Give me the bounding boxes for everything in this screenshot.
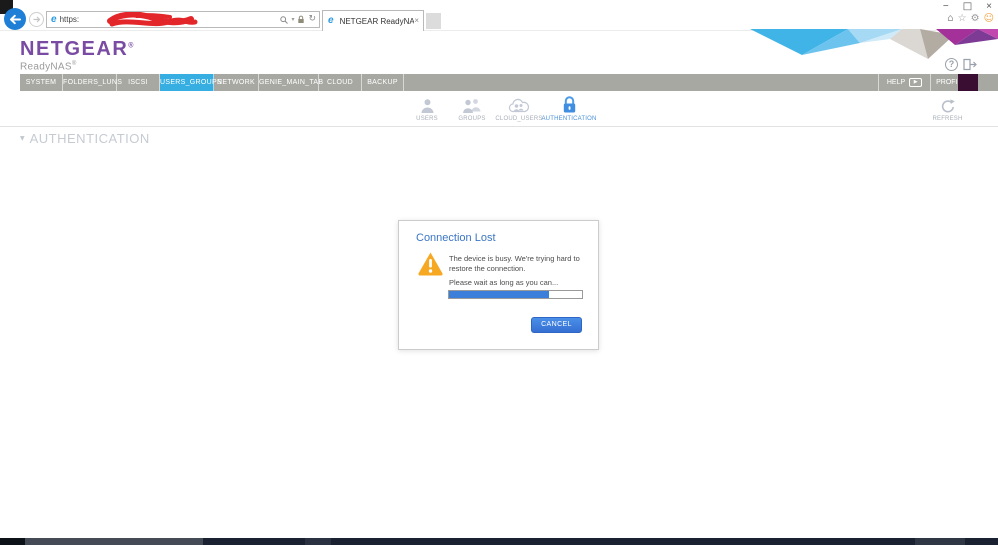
redaction-scribble <box>107 12 198 27</box>
tab-title: NETGEAR ReadyNAS <box>339 16 415 26</box>
feedback-smiley-icon[interactable]: ☺ <box>984 14 994 24</box>
back-arrow-icon <box>10 14 21 24</box>
nav-tab-system[interactable]: SYSTEM <box>20 74 63 91</box>
nav-help-button[interactable]: HELP ▶ <box>878 74 930 91</box>
taskbar-segment <box>0 538 25 545</box>
logout-icon[interactable] <box>963 58 978 71</box>
tab-close-icon[interactable]: × <box>414 17 419 25</box>
product-registered-mark: ® <box>71 61 77 67</box>
groups-icon <box>450 94 494 114</box>
users-icon <box>405 94 449 114</box>
dialog-message: The device is busy. We're trying hard to… <box>449 254 580 274</box>
url-text: https: <box>59 15 80 24</box>
section-collapse-caret-icon[interactable]: ▼ <box>20 135 25 142</box>
forward-button[interactable] <box>29 12 44 27</box>
windows-taskbar[interactable] <box>0 538 998 545</box>
video-play-icon: ▶ <box>909 78 923 87</box>
main-nav-bar: SYSTEM FOLDERS_LUNS ISCSI USERS_GROUPS N… <box>20 74 998 91</box>
screen: e https: ▾ ↻ e NETGEAR ReadyNAS × − □ × … <box>0 0 998 545</box>
section-title: AUTHENTICATION <box>29 131 150 146</box>
toolbar-item-refresh[interactable]: REFRESH <box>925 94 970 122</box>
refresh-icon <box>925 94 970 114</box>
nav-tab-backup[interactable]: BACKUP <box>362 74 404 91</box>
dialog-wait-text: Please wait as long as you can... <box>449 278 559 287</box>
search-icon[interactable] <box>280 15 289 24</box>
progress-bar <box>448 290 583 299</box>
security-lock-icon <box>298 15 305 23</box>
decorative-banner-graphic <box>750 29 998 59</box>
netgear-logo: NETGEAR® <box>20 38 135 60</box>
back-button[interactable] <box>4 8 26 30</box>
groups-label: GROUPS <box>458 116 486 122</box>
refresh-page-icon[interactable]: ↻ <box>308 15 316 24</box>
nav-tab-cloud[interactable]: CLOUD <box>319 74 362 91</box>
taskbar-segment <box>305 538 331 545</box>
help-label: HELP <box>886 79 906 86</box>
connection-lost-dialog: Connection Lost The device is busy. We'r… <box>398 220 599 350</box>
toolbar-item-groups[interactable]: GROUPS <box>450 94 494 122</box>
readynas-label: ReadyNAS® <box>20 61 77 73</box>
nav-tab-network[interactable]: NETWORK <box>214 74 259 91</box>
dialog-title: Connection Lost <box>416 232 496 244</box>
help-question-icon[interactable]: ? <box>945 58 958 71</box>
progress-fill <box>449 291 549 298</box>
nav-end-block <box>958 74 978 91</box>
home-icon[interactable]: ⌂ <box>947 14 953 24</box>
nav-tab-users-groups[interactable]: USERS_GROUPS <box>160 74 222 91</box>
cancel-button[interactable]: CANCEL <box>531 317 582 333</box>
section-header[interactable]: ▼ AUTHENTICATION <box>20 131 150 146</box>
users-label: USERS <box>416 116 438 122</box>
tab-favicon: e <box>328 15 334 26</box>
taskbar-active-app-segment[interactable] <box>25 538 203 545</box>
nav-tab-folders-luns[interactable]: FOLDERS_LUNS <box>63 74 122 91</box>
toolbar-item-users[interactable]: USERS <box>405 94 449 122</box>
taskbar-clock-area <box>915 538 965 545</box>
browser-tab[interactable]: e NETGEAR ReadyNAS × <box>322 10 424 31</box>
page-icon: e <box>51 13 57 25</box>
settings-gear-icon[interactable]: ⚙ <box>971 14 980 24</box>
brand-registered-mark: ® <box>128 42 135 50</box>
authentication-label: AUTHENTICATION <box>541 116 597 122</box>
forward-arrow-icon <box>33 16 40 23</box>
nav-tab-iscsi[interactable]: ISCSI <box>117 74 160 91</box>
warning-triangle-icon <box>418 252 443 276</box>
favorites-icon[interactable]: ☆ <box>958 14 967 24</box>
new-tab-button[interactable] <box>426 13 441 29</box>
search-dropdown-caret[interactable]: ▾ <box>291 16 294 23</box>
refresh-label: REFRESH <box>932 116 963 122</box>
maximize-button[interactable]: □ <box>963 1 972 13</box>
lock-icon <box>539 94 599 114</box>
sub-toolbar: USERS GROUPS CLOUD_USERS AUTHENTICATION … <box>0 91 998 127</box>
address-bar[interactable]: e https: ▾ ↻ <box>46 11 320 28</box>
minimize-button[interactable]: − <box>943 1 949 13</box>
toolbar-item-authentication[interactable]: AUTHENTICATION <box>539 94 599 122</box>
close-button[interactable]: × <box>986 1 992 13</box>
nav-tab-genie-main[interactable]: GENIE_MAIN_TAB <box>259 74 323 91</box>
